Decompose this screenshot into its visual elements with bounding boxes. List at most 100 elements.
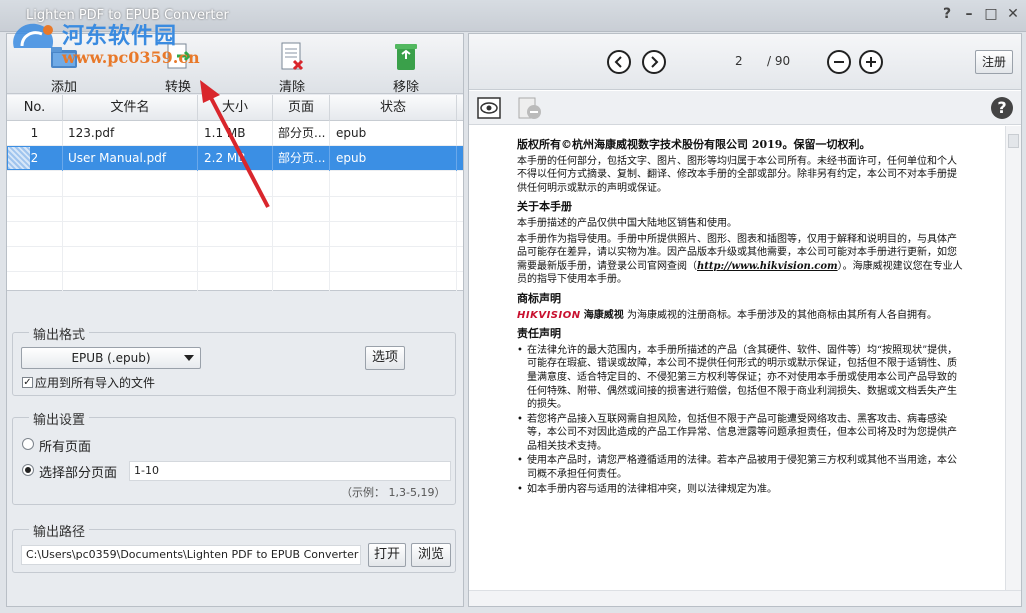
remove-button[interactable]: 移除 <box>361 38 451 95</box>
horizontal-scrollbar[interactable] <box>469 590 1021 606</box>
hikvision-logo: HIKVISION <box>517 309 581 321</box>
about-title: 关于本手册 <box>517 200 572 214</box>
cell-pages: 部分页... <box>273 121 330 146</box>
all-pages-radio[interactable] <box>22 438 34 450</box>
preview-panel: 2 / 90 注册 ? 版权所有©杭州海康威视数字技术股份有限公司 2019。保… <box>468 33 1022 607</box>
table-row[interactable]: 1 123.pdf 1.1 MB 部分页... epub <box>7 121 463 146</box>
recycle-bin-icon <box>395 44 417 70</box>
document-preview: 版权所有©杭州海康威视数字技术股份有限公司 2019。保留一切权利。 本手册的任… <box>517 138 965 497</box>
browse-button[interactable]: 浏览 <box>411 543 451 567</box>
window-controls: ? – □ ✕ <box>940 6 1020 22</box>
options-button[interactable]: 选项 <box>365 346 405 370</box>
col-header-status[interactable]: 状态 <box>330 95 457 121</box>
clear-button[interactable]: 清除 <box>247 38 337 95</box>
output-path-input[interactable]: C:\Users\pc0359\Documents\Lighten PDF to… <box>21 545 361 565</box>
clear-label: 清除 <box>278 80 305 95</box>
register-button[interactable]: 注册 <box>975 50 1013 74</box>
add-label: 添加 <box>50 80 77 95</box>
prev-page-button[interactable] <box>607 50 631 74</box>
output-settings-group: 输出设置 所有页面 选择部分页面 1-10 （示例： 1,3-5,19） <box>12 409 456 505</box>
eye-icon[interactable] <box>477 97 501 119</box>
cell-size: 1.1 MB <box>198 121 273 146</box>
all-pages-label: 所有页面 <box>39 440 92 455</box>
cell-no: 1 <box>7 121 63 146</box>
grid-line <box>197 171 198 291</box>
pages-example-hint: （示例： 1,3-5,19） <box>341 486 446 499</box>
document-clear-icon <box>281 42 304 71</box>
liability-title: 责任声明 <box>517 327 561 341</box>
list-item: 使用本产品时，请您严格遵循适用的法律。若本产品被用于侵犯第三方权利或其他不当用途… <box>517 454 965 481</box>
chevron-down-icon <box>184 355 194 361</box>
format-select-value: EPUB (.epub) <box>71 351 151 365</box>
preview-subbar: ? <box>469 91 1021 125</box>
grid-line <box>7 246 463 247</box>
trademark-title: 商标声明 <box>517 291 561 305</box>
current-page[interactable]: 2 <box>735 54 743 68</box>
cell-name: User Manual.pdf <box>63 146 198 171</box>
convert-label: 转换 <box>164 80 191 95</box>
zoom-out-button[interactable] <box>827 50 851 74</box>
grid-line <box>272 171 273 291</box>
chevron-left-icon <box>614 56 622 68</box>
minimize-icon[interactable]: – <box>962 6 976 22</box>
cell-name: 123.pdf <box>63 121 198 146</box>
vertical-scrollbar[interactable] <box>1005 126 1021 592</box>
apply-all-label: 应用到所有导入的文件 <box>35 376 156 390</box>
output-path-title: 输出路径 <box>29 521 90 540</box>
file-table: No. 文件名 大小 页面 状态 1 123.pdf 1.1 MB 部分页...… <box>7 95 463 291</box>
grid-line <box>456 171 457 291</box>
table-header: No. 文件名 大小 页面 状态 <box>7 95 463 121</box>
cell-size: 2.2 MB <box>198 146 273 171</box>
watermark-logo-icon <box>13 23 54 48</box>
grid-line <box>7 196 463 197</box>
grid-line <box>7 221 463 222</box>
about-paragraph-1: 本手册描述的产品仅供中国大陆地区销售和使用。 <box>517 217 737 229</box>
col-header-no[interactable]: No. <box>7 95 63 121</box>
liability-list: 在法律允许的最大范围内，本手册所描述的产品（含其硬件、软件、固件等）均“按照现状… <box>517 344 965 497</box>
help-icon[interactable]: ? <box>940 6 954 22</box>
select-pages-radio[interactable] <box>22 464 34 476</box>
total-pages: / 90 <box>767 54 791 68</box>
output-path-group: 输出路径 C:\Users\pc0359\Documents\Lighten P… <box>12 521 456 573</box>
pages-range-input[interactable]: 1-10 <box>129 461 451 481</box>
zoom-in-button[interactable] <box>859 50 883 74</box>
watermark-url: www.pc0359.cn <box>62 48 200 67</box>
preview-nav: 2 / 90 注册 <box>469 34 1021 90</box>
list-item: 在法律允许的最大范围内，本手册所描述的产品（含其硬件、软件、固件等）均“按照现状… <box>517 344 965 412</box>
next-page-button[interactable] <box>642 50 666 74</box>
grid-line <box>62 171 63 291</box>
output-format-group: 输出格式 EPUB (.epub) 选项 ✓ 应用到所有导入的文件 <box>12 324 456 396</box>
col-header-size[interactable]: 大小 <box>198 95 273 121</box>
col-header-pages[interactable]: 页面 <box>273 95 330 121</box>
cell-status: epub <box>330 121 457 146</box>
hikvision-cn-logo: 海康威视 <box>583 309 624 321</box>
select-pages-label: 选择部分页面 <box>39 466 118 481</box>
output-format-title: 输出格式 <box>29 324 90 343</box>
output-settings-title: 输出设置 <box>29 409 90 428</box>
copyright-body: 本手册的任何部分，包括文字、图片、图形等均归属于本公司所有。未经书面许可，任何单… <box>517 155 957 194</box>
grid-line <box>329 171 330 291</box>
remove-label: 移除 <box>392 80 419 95</box>
trademark-body: HIKVISION 海康威视 为海康威视的注册商标。本手册涉及的其他商标由其所有… <box>517 309 965 323</box>
col-header-name[interactable]: 文件名 <box>63 95 198 121</box>
cell-pages: 部分页... <box>273 146 330 171</box>
scrollbar-thumb[interactable] <box>1008 134 1019 148</box>
cell-no: 2 <box>7 146 63 171</box>
about-paragraph-2: 本手册作为指导使用。手册中所提供照片、图形、图表和插图等，仅用于解释和说明目的，… <box>517 233 965 287</box>
maximize-icon[interactable]: □ <box>984 6 998 22</box>
help-icon[interactable]: ? <box>991 97 1013 119</box>
format-select[interactable]: EPUB (.epub) <box>21 347 201 369</box>
close-icon[interactable]: ✕ <box>1006 6 1020 22</box>
hikvision-link[interactable]: http://www.hikvision.com <box>697 261 838 272</box>
trademark-text: 为海康威视的注册商标。本手册涉及的其他商标由其所有人各自拥有。 <box>626 309 937 321</box>
table-row-selected[interactable]: 2 User Manual.pdf 2.2 MB 部分页... epub <box>7 146 463 171</box>
cell-status: epub <box>330 146 457 171</box>
left-panel: 添加 转换 清除 移除 No. 文件名 大小 页面 状态 1 123.pdf 1… <box>6 33 464 607</box>
page-remove-icon[interactable] <box>517 97 543 121</box>
apply-all-checkbox[interactable]: ✓ <box>22 377 33 388</box>
list-item: 如本手册内容与适用的法律相冲突，则以法律规定为准。 <box>517 483 965 497</box>
list-item: 若您将产品接入互联网需自担风险，包括但不限于产品可能遭受网络攻击、黑客攻击、病毒… <box>517 413 965 454</box>
minus-icon <box>834 61 844 63</box>
chevron-right-icon <box>651 56 659 68</box>
open-button[interactable]: 打开 <box>368 543 406 567</box>
